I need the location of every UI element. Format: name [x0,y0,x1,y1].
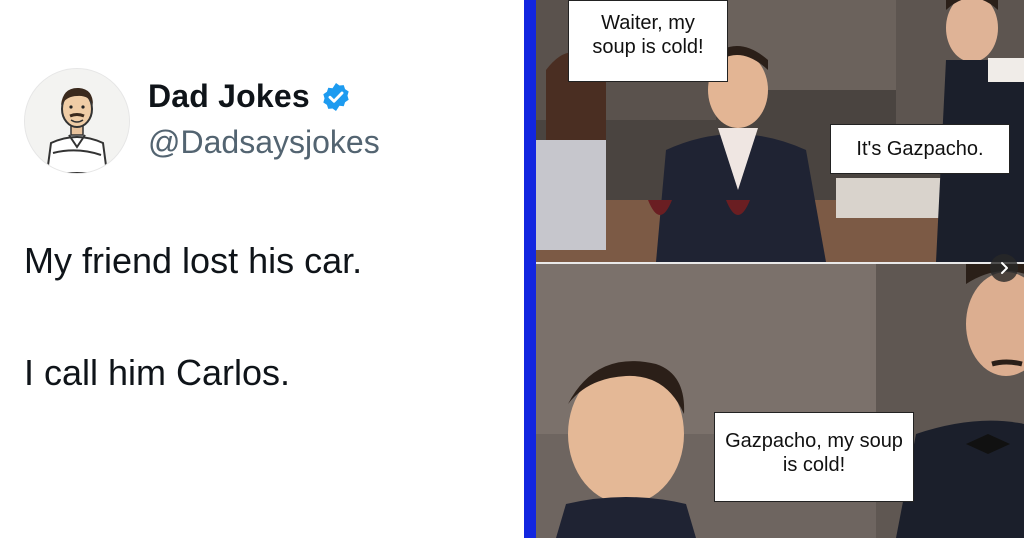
chevron-right-icon[interactable] [990,254,1018,282]
speech-bubble-customer-top: Waiter, my soup is cold! [568,0,728,82]
avatar[interactable] [24,68,130,174]
speech-bubble-waiter: It's Gazpacho. [830,124,1010,174]
tweet-text-line-2: I call him Carlos. [24,352,291,393]
meme-panel-top: Waiter, my soup is cold! It's Gazpacho. [536,0,1024,262]
user-handle[interactable]: @Dadsaysjokes [148,124,380,161]
display-name[interactable]: Dad Jokes [148,78,310,115]
divider [524,0,536,538]
tweet-text-line-1: My friend lost his car. [24,240,363,281]
meme-panel-bottom: Gazpacho, my soup is cold! [536,264,1024,538]
speech-bubble-customer-bottom: Gazpacho, my soup is cold! [714,412,914,502]
tweet-card: Dad Jokes @Dadsaysjokes My friend lost h… [0,0,524,538]
meme-image: Waiter, my soup is cold! It's Gazpacho. … [536,0,1024,538]
verified-badge-icon [323,82,349,111]
name-row: Dad Jokes [148,78,352,115]
